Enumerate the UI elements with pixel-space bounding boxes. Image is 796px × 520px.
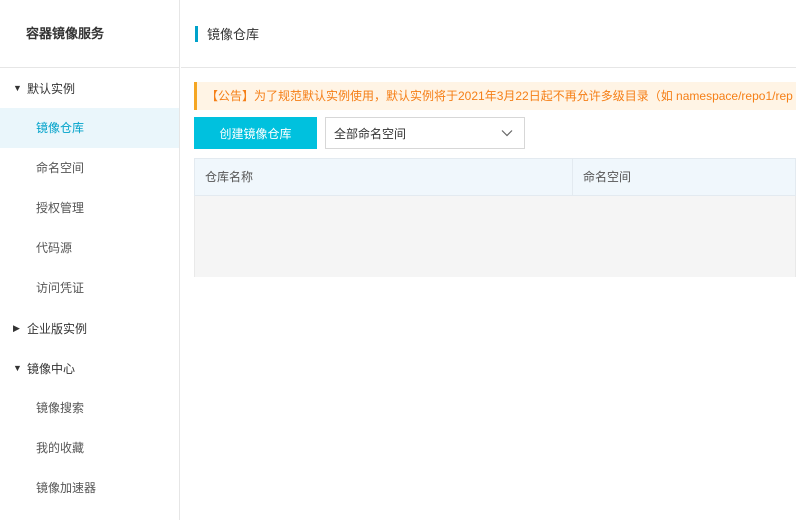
sidebar-item-repositories[interactable]: 镜像仓库	[0, 108, 179, 148]
table-body-empty	[194, 196, 796, 277]
sidebar-item-image-accelerator[interactable]: 镜像加速器	[0, 468, 179, 508]
sidebar-group-label: 镜像中心	[27, 361, 76, 376]
caret-down-icon: ▼	[13, 83, 22, 93]
sidebar-group-image-center[interactable]: ▼ 镜像中心	[0, 348, 179, 388]
sidebar-title: 容器镜像服务	[0, 0, 179, 68]
namespace-select[interactable]: 全部命名空间	[325, 117, 525, 149]
chevron-down-icon	[501, 130, 513, 137]
caret-down-icon: ▼	[13, 363, 22, 373]
repository-table: 仓库名称 命名空间	[194, 158, 796, 277]
sidebar-group-default-instance[interactable]: ▼ 默认实例	[0, 68, 179, 108]
sidebar-group-label: 默认实例	[27, 81, 76, 96]
sidebar-item-code-source[interactable]: 代码源	[0, 228, 179, 268]
caret-right-icon: ▶	[13, 322, 20, 333]
page-title: 镜像仓库	[207, 27, 260, 42]
page-header: 镜像仓库	[181, 0, 796, 68]
header-accent-bar	[195, 25, 198, 42]
sidebar: 容器镜像服务 ▼ 默认实例 镜像仓库 命名空间 授权管理 代码源 访问凭证 ▶ …	[0, 0, 180, 520]
sidebar-group-enterprise-instance[interactable]: ▶ 企业版实例	[0, 308, 179, 348]
column-header-namespace: 命名空间	[583, 170, 632, 184]
sidebar-item-access-credentials[interactable]: 访问凭证	[0, 268, 179, 308]
announcement-text: 【公告】为了规范默认实例使用，默认实例将于2021年3月22日起不再允许多级目录…	[206, 89, 793, 103]
sidebar-item-favorites[interactable]: 我的收藏	[0, 428, 179, 468]
sidebar-nav: ▼ 默认实例 镜像仓库 命名空间 授权管理 代码源 访问凭证 ▶ 企业版实例 ▼…	[0, 68, 179, 508]
sidebar-item-authorization[interactable]: 授权管理	[0, 188, 179, 228]
main-content: 镜像仓库 【公告】为了规范默认实例使用，默认实例将于2021年3月22日起不再允…	[181, 0, 796, 520]
table-header: 仓库名称 命名空间	[194, 158, 796, 196]
create-repository-button[interactable]: 创建镜像仓库	[194, 117, 317, 149]
column-header-repo-name: 仓库名称	[195, 159, 573, 195]
sidebar-group-label: 企业版实例	[27, 321, 88, 336]
toolbar: 创建镜像仓库 全部命名空间	[194, 117, 525, 149]
sidebar-item-namespaces[interactable]: 命名空间	[0, 148, 179, 188]
announcement-banner: 【公告】为了规范默认实例使用，默认实例将于2021年3月22日起不再允许多级目录…	[194, 82, 796, 110]
sidebar-item-image-search[interactable]: 镜像搜索	[0, 388, 179, 428]
namespace-select-value: 全部命名空间	[334, 126, 407, 141]
